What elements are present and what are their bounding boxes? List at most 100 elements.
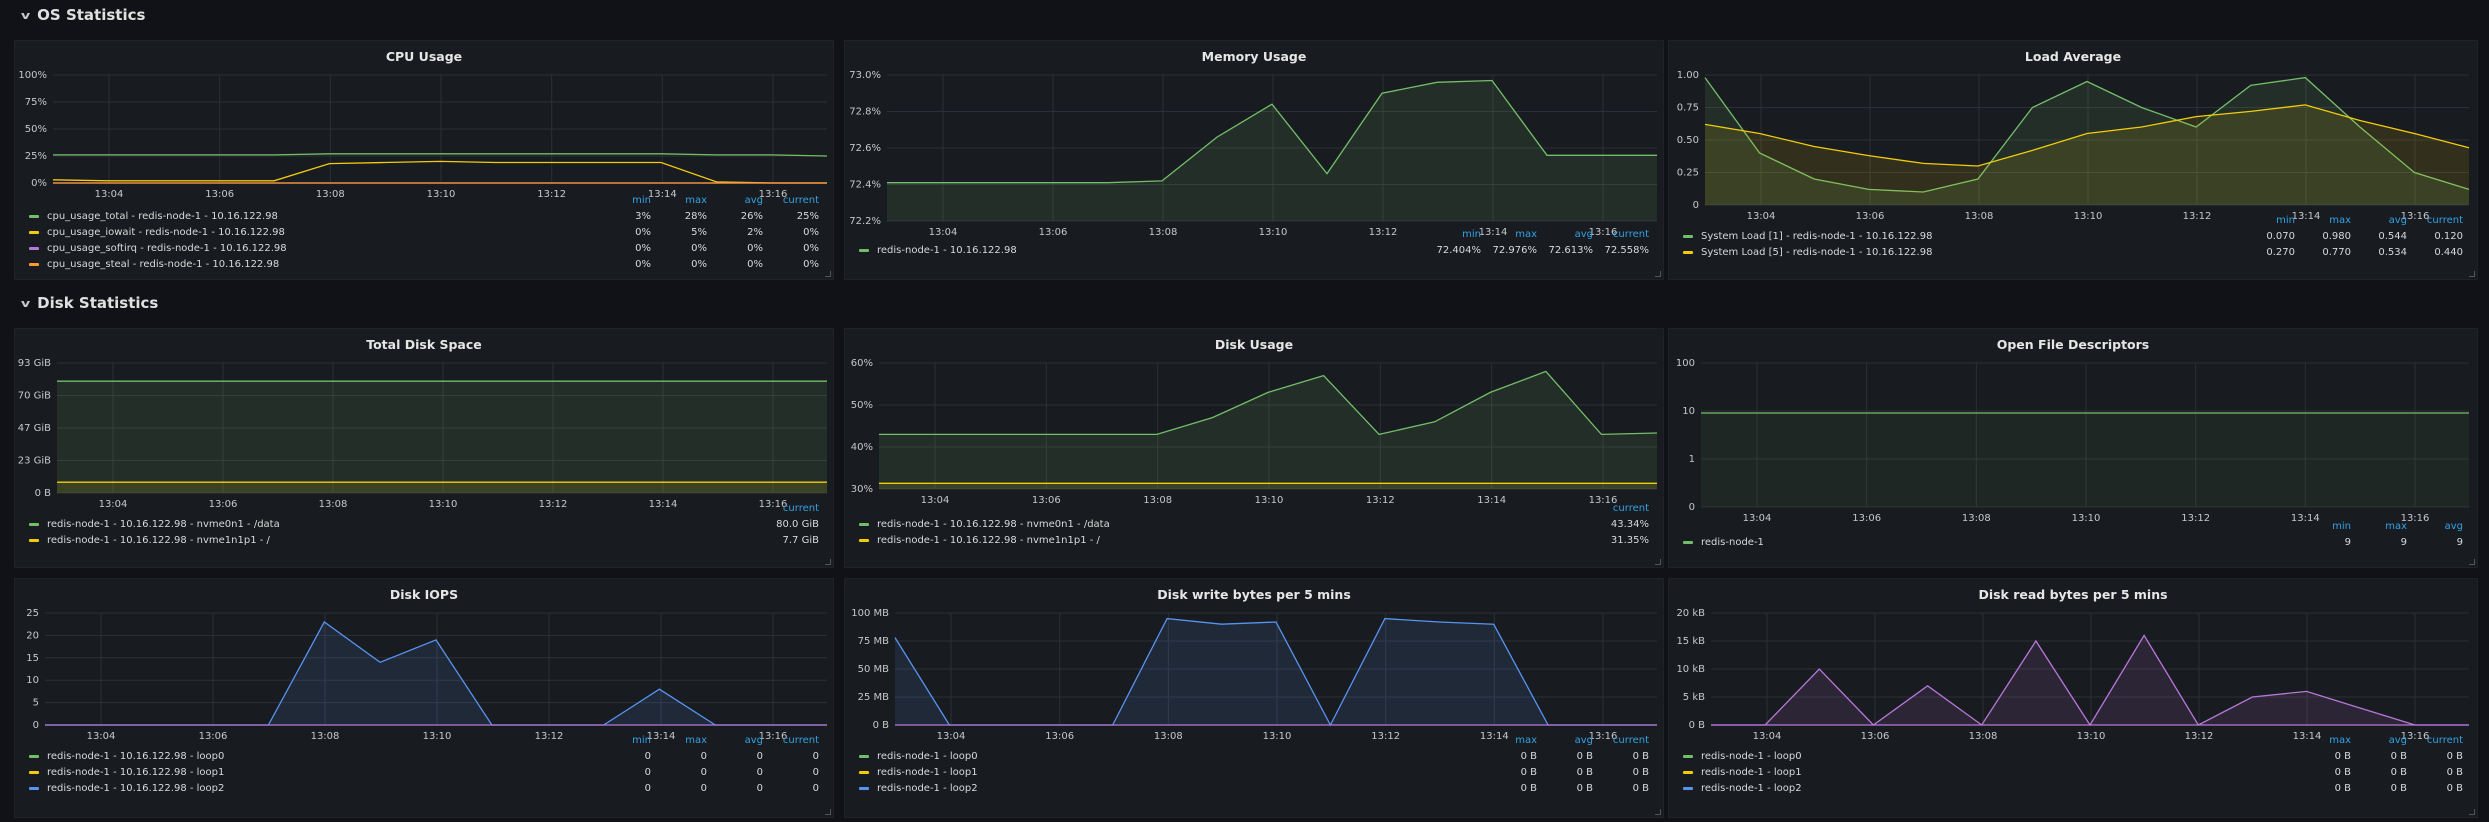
legend-item[interactable]: redis-node-1 - 10.16.122.98 - nvme1n1p1 … [29, 533, 819, 549]
y-tick-label: 20 kB [1676, 608, 1705, 619]
legend-value-avg: 0.544 [2378, 231, 2407, 242]
resize-handle-icon[interactable] [825, 559, 831, 565]
legend-item[interactable]: cpu_usage_softirq - redis-node-1 - 10.16… [29, 241, 819, 257]
legend-header-max[interactable]: max [2385, 521, 2407, 532]
legend-item[interactable]: redis-node-1 - loop2 0 B 0 B 0 B [1683, 781, 2463, 797]
legend-header-current[interactable]: current [1613, 229, 1649, 240]
series-area-usage-0 [879, 371, 1657, 489]
legend-header-avg[interactable]: avg [2389, 735, 2407, 746]
legend: max avg current redis-node-1 - loop0 0 B 0 B 0… [859, 735, 1649, 815]
legend-item[interactable]: redis-node-1 - 10.16.122.98 - loop2 0 0 0 0 [29, 781, 819, 797]
legend-header-current[interactable]: current [2427, 735, 2463, 746]
series-area-iops-0 [45, 622, 827, 725]
legend-item[interactable]: cpu_usage_iowait - redis-node-1 - 10.16.… [29, 225, 819, 241]
row-header-disk-statistics[interactable]: v Disk Statistics [21, 288, 158, 318]
panel-rbytes[interactable]: Disk read bytes per 5 mins 20 kB 15 kB 10 k… [1668, 578, 2478, 818]
legend-series-name: cpu_usage_steal - redis-node-1 - 10.16.1… [47, 259, 280, 270]
chevron-down-icon[interactable]: v [21, 297, 30, 310]
resize-handle-icon[interactable] [825, 809, 831, 815]
chevron-down-icon[interactable]: v [21, 9, 30, 22]
panel-usage[interactable]: Disk Usage 60% 50% 40% 30% 13:04 13:06 13:08 13:… [844, 328, 1664, 568]
legend-series-name: redis-node-1 - loop1 [877, 767, 978, 778]
legend-header-avg[interactable]: avg [745, 195, 763, 206]
legend-header-current[interactable]: current [783, 503, 819, 514]
legend-value-max: 0% [691, 243, 707, 254]
row-header-os-statistics[interactable]: v OS Statistics [21, 0, 145, 30]
legend-value-max: 0% [691, 259, 707, 270]
y-tick-label: 50% [851, 400, 873, 411]
legend-item[interactable]: redis-node-1 - 10.16.122.98 - loop0 0 0 0 0 [29, 749, 819, 765]
legend-item[interactable]: redis-node-1 - loop0 0 B 0 B 0 B [859, 749, 1649, 765]
legend-value-current: 0% [803, 243, 819, 254]
legend-item[interactable]: redis-node-1 - loop2 0 B 0 B 0 B [859, 781, 1649, 797]
legend-header-avg[interactable]: avg [2389, 215, 2407, 226]
panel-cpu[interactable]: CPU Usage 100% 75% 50% 25% 0% 13:04 13:06 13:08 1… [14, 40, 834, 280]
legend-item[interactable]: cpu_usage_steal - redis-node-1 - 10.16.1… [29, 257, 819, 273]
y-tick-label: 10 [1682, 406, 1695, 417]
legend-header-current[interactable]: current [783, 195, 819, 206]
legend-header-avg[interactable]: avg [1575, 229, 1593, 240]
legend-item[interactable]: System Load [5] - redis-node-1 - 10.16.1… [1683, 245, 2463, 261]
resize-handle-icon[interactable] [2469, 559, 2475, 565]
legend-item[interactable]: redis-node-1 - 10.16.122.98 - loop1 0 0 0 0 [29, 765, 819, 781]
legend-header-min[interactable]: min [632, 735, 651, 746]
panel-space[interactable]: Total Disk Space 93 GiB 70 GiB 47 GiB 23 GiB… [14, 328, 834, 568]
legend-value-avg: 0 [756, 783, 763, 794]
legend-value-max: 0 [700, 751, 707, 762]
resize-handle-icon[interactable] [825, 271, 831, 277]
legend-item[interactable]: redis-node-1 - 10.16.122.98 72.404% 72.976… [859, 243, 1649, 259]
legend-header-current[interactable]: current [783, 735, 819, 746]
legend-item[interactable]: redis-node-1 - 10.16.122.98 - nvme0n1 - … [859, 517, 1649, 533]
legend-header-max[interactable]: max [1515, 229, 1537, 240]
legend-header-current[interactable]: current [1613, 735, 1649, 746]
legend-value-min: 0 [644, 751, 651, 762]
legend-color-swatch [29, 214, 39, 218]
legend-item[interactable]: redis-node-1 9 9 9 [1683, 535, 2463, 551]
legend-header-max[interactable]: max [685, 195, 707, 206]
legend-header-min[interactable]: min [2332, 521, 2351, 532]
legend-header-current[interactable]: current [1613, 503, 1649, 514]
legend-header-avg[interactable]: avg [2445, 521, 2463, 532]
legend-header-min[interactable]: min [632, 195, 651, 206]
resize-handle-icon[interactable] [1655, 809, 1661, 815]
legend-header-avg[interactable]: avg [745, 735, 763, 746]
legend-color-swatch [29, 770, 39, 774]
legend-header-max[interactable]: max [685, 735, 707, 746]
y-tick-label: 30% [851, 484, 873, 495]
legend-header-current[interactable]: current [2427, 215, 2463, 226]
legend-value-max: 0 [700, 767, 707, 778]
legend-header-max[interactable]: max [1515, 735, 1537, 746]
legend-item[interactable]: cpu_usage_total - redis-node-1 - 10.16.1… [29, 209, 819, 225]
panel-mem[interactable]: Memory Usage 73.0% 72.8% 72.6% 72.4% 72.2% 13:… [844, 40, 1664, 280]
legend-value-max: 72.976% [1492, 245, 1538, 256]
resize-handle-icon[interactable] [1655, 271, 1661, 277]
legend-header-avg[interactable]: avg [1575, 735, 1593, 746]
legend-header-min[interactable]: min [2276, 215, 2295, 226]
legend-value-min: 0 [644, 767, 651, 778]
y-tick-label: 72.6% [849, 143, 881, 154]
legend-header-max[interactable]: max [2329, 735, 2351, 746]
legend-series-name: redis-node-1 - 10.16.122.98 - nvme1n1p1 … [47, 535, 270, 546]
legend-header-max[interactable]: max [2329, 215, 2351, 226]
legend-item[interactable]: redis-node-1 - loop1 0 B 0 B 0 B [859, 765, 1649, 781]
legend-item[interactable]: redis-node-1 - 10.16.122.98 - nvme1n1p1 … [859, 533, 1649, 549]
legend-value-current: 0 B [1632, 751, 1649, 762]
y-tick-label: 100% [18, 70, 47, 81]
y-tick-label: 0.25 [1677, 168, 1699, 179]
resize-handle-icon[interactable] [2469, 271, 2475, 277]
panel-load[interactable]: Load Average 1.00 0.75 0.50 0.25 0 13:04 13:06 1… [1668, 40, 2478, 280]
y-tick-label: 50 MB [858, 664, 890, 675]
legend-header-min[interactable]: min [1462, 229, 1481, 240]
panel-wbytes[interactable]: Disk write bytes per 5 mins 100 MB 75 MB 50… [844, 578, 1664, 818]
resize-handle-icon[interactable] [2469, 809, 2475, 815]
series-area-wbytes-0 [895, 618, 1657, 725]
legend-item[interactable]: redis-node-1 - 10.16.122.98 - nvme0n1 - … [29, 517, 819, 533]
legend-series-name: redis-node-1 - loop0 [1701, 751, 1802, 762]
panel-iops[interactable]: Disk IOPS 25 20 15 10 5 0 13:04 13:06 13:08 13:10 1… [14, 578, 834, 818]
legend-item[interactable]: redis-node-1 - loop0 0 B 0 B 0 B [1683, 749, 2463, 765]
legend-item[interactable]: redis-node-1 - loop1 0 B 0 B 0 B [1683, 765, 2463, 781]
panel-ofd[interactable]: Open File Descriptors 100 10 1 0 13:04 13:06 13… [1668, 328, 2478, 568]
legend-value-min: 0% [635, 243, 651, 254]
resize-handle-icon[interactable] [1655, 559, 1661, 565]
legend-item[interactable]: System Load [1] - redis-node-1 - 10.16.1… [1683, 229, 2463, 245]
